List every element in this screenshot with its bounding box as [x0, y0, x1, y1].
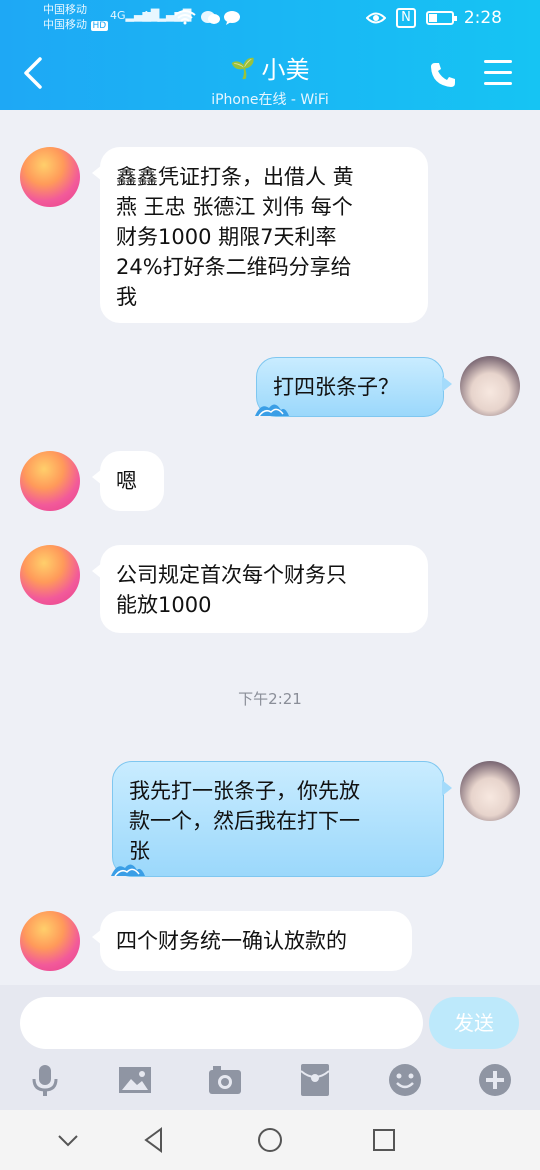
microphone-icon[interactable] [28, 1063, 62, 1097]
wave-decoration-icon [111, 864, 145, 877]
chat-title-block[interactable]: 🌱 小美 iPhone在线 - WiFi [0, 50, 540, 109]
wave-decoration-icon [255, 404, 289, 417]
message-bubble-outgoing[interactable]: 我先打一张条子，你先放 款一个，然后我在打下一 张 [111, 761, 452, 877]
system-nav-bar [0, 1110, 540, 1170]
camera-icon[interactable] [208, 1063, 242, 1097]
contact-name: 小美 [261, 56, 310, 84]
timestamp: 下午2:21 [238, 690, 302, 708]
eye-icon [366, 12, 387, 24]
back-triangle-icon[interactable] [141, 1126, 169, 1154]
send-button[interactable]: 发送 [429, 997, 519, 1049]
message-line: 嗯 [116, 469, 137, 493]
wechat-icon [201, 11, 220, 24]
chevron-down-icon[interactable] [54, 1126, 82, 1154]
message-input[interactable] [20, 997, 423, 1049]
message-line: 燕 王忠 张德江 刘伟 每个 [116, 195, 353, 219]
message-bubble-incoming[interactable]: 公司规定首次每个财务只 能放1000 [92, 545, 428, 633]
contact-avatar[interactable] [20, 911, 80, 971]
self-avatar[interactable] [460, 356, 520, 416]
message-line: 公司规定首次每个财务只 [116, 563, 347, 587]
online-status: iPhone在线 - WiFi [211, 92, 329, 108]
message-bubble-incoming[interactable]: 四个财务统一确认放款的 [92, 911, 412, 971]
menu-icon[interactable] [484, 60, 512, 86]
contact-title: 🌱 小美 [231, 50, 310, 85]
message-line: 打四张条子？ [273, 375, 399, 399]
emoji-icon[interactable] [388, 1063, 422, 1097]
wifi-icon [174, 10, 196, 25]
status-right: N 2:28 [366, 8, 502, 28]
input-area: 发送 [0, 985, 540, 1110]
contact-avatar[interactable] [20, 451, 80, 511]
nfc-icon: N [396, 8, 416, 28]
message-line: 我 [116, 285, 137, 309]
message-bubble-incoming[interactable]: 嗯 [92, 451, 164, 511]
recents-square-icon[interactable] [370, 1126, 398, 1154]
red-packet-icon[interactable] [298, 1063, 332, 1097]
message-line: 鑫鑫凭证打条，出借人 黄 [116, 165, 354, 189]
message-icon [224, 11, 240, 25]
hd-badge: HD [90, 21, 109, 31]
carrier-2: 中国移动 HD [43, 18, 109, 31]
message-line: 财务1000 期限7天利率 [116, 225, 337, 249]
status-bar: 中国移动 中国移动 HD 4G▂▄▆█ 4G▂▄▆█ N 2:28 [0, 0, 540, 36]
sprout-icon: 🌱 [230, 55, 256, 80]
message-line: 款一个，然后我在打下一 [129, 809, 360, 833]
carrier-info: 中国移动 中国移动 HD [43, 2, 109, 34]
image-icon[interactable] [118, 1063, 152, 1097]
status-time: 2:28 [463, 8, 502, 28]
message-line: 我先打一张条子，你先放 [129, 779, 360, 803]
message-line: 能放1000 [116, 593, 212, 617]
battery-icon [425, 11, 457, 25]
message-line: 四个财务统一确认放款的 [116, 929, 347, 953]
message-line: 24%打好条二维码分享给 [116, 255, 352, 279]
home-circle-icon[interactable] [256, 1126, 284, 1154]
carrier-1: 中国移动 [43, 3, 87, 16]
contact-avatar[interactable] [20, 545, 80, 605]
self-avatar[interactable] [460, 761, 520, 821]
chat-header: 中国移动 中国移动 HD 4G▂▄▆█ 4G▂▄▆█ N 2:28 🌱 小美 i… [0, 0, 540, 110]
phone-icon[interactable] [428, 60, 458, 90]
message-line: 张 [129, 839, 150, 863]
contact-avatar[interactable] [20, 147, 80, 207]
message-bubble-incoming[interactable]: 鑫鑫凭证打条，出借人 黄 燕 王忠 张德江 刘伟 每个 财务1000 期限7天利… [92, 147, 428, 323]
plus-icon[interactable] [478, 1063, 512, 1097]
message-bubble-outgoing[interactable]: 打四张条子？ [255, 357, 452, 417]
